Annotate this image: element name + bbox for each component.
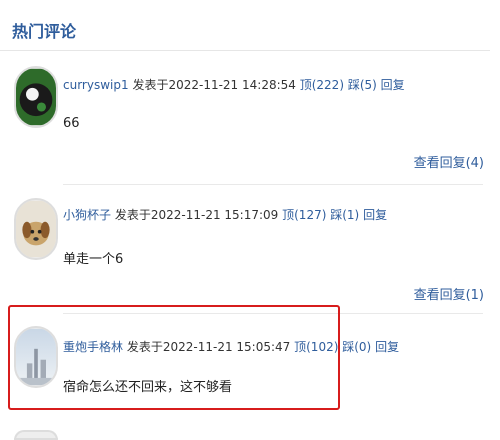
comment-meta: 重炮手格林 发表于2022-11-21 15:05:47 顶(102) 踩(0)… (63, 338, 399, 356)
username-link[interactable]: 重炮手格林 (63, 340, 123, 354)
downvote-link[interactable]: 踩(0) (342, 340, 371, 354)
post-time: 发表于2022-11-21 15:05:47 (126, 340, 291, 354)
hot-comments-title: 热门评论 (12, 22, 77, 41)
post-time: 发表于2022-11-21 14:28:54 (132, 78, 296, 92)
reply-link[interactable]: 回复 (375, 340, 399, 354)
avatar[interactable] (14, 430, 58, 440)
username-link[interactable]: curryswip1 (63, 78, 129, 92)
post-time: 发表于2022-11-21 15:17:09 (114, 208, 279, 222)
puppy-avatar[interactable] (14, 198, 58, 260)
comment-divider (63, 184, 483, 185)
reply-link[interactable]: 回复 (381, 78, 405, 92)
comment-meta: curryswip1 发表于2022-11-21 14:28:54 顶(222)… (63, 76, 405, 94)
downvote-link[interactable]: 踩(5) (348, 78, 377, 92)
comment-text: 宿命怎么还不回来，这不够看 (63, 380, 233, 395)
billiard-ball-avatar[interactable] (14, 66, 58, 128)
view-replies-link[interactable]: 查看回复(1) (414, 284, 484, 303)
username-link[interactable]: 小狗杯子 (63, 208, 111, 222)
upvote-link[interactable]: 顶(127) (282, 208, 326, 222)
view-replies-link[interactable]: 查看回复(4) (414, 152, 484, 171)
downvote-link[interactable]: 踩(1) (330, 208, 359, 222)
upvote-link[interactable]: 顶(222) (300, 78, 344, 92)
upvote-link[interactable]: 顶(102) (294, 340, 338, 354)
reply-link[interactable]: 回复 (363, 208, 387, 222)
city-skyline-avatar[interactable] (14, 326, 58, 388)
comment-meta: 小狗杯子 发表于2022-11-21 15:17:09 顶(127) 踩(1) … (63, 206, 387, 224)
comment-text: 66 (63, 116, 80, 131)
hot-comments-header: 热门评论 (0, 0, 500, 52)
comment-text: 单走一个6 (63, 252, 124, 267)
header-divider (0, 50, 490, 51)
